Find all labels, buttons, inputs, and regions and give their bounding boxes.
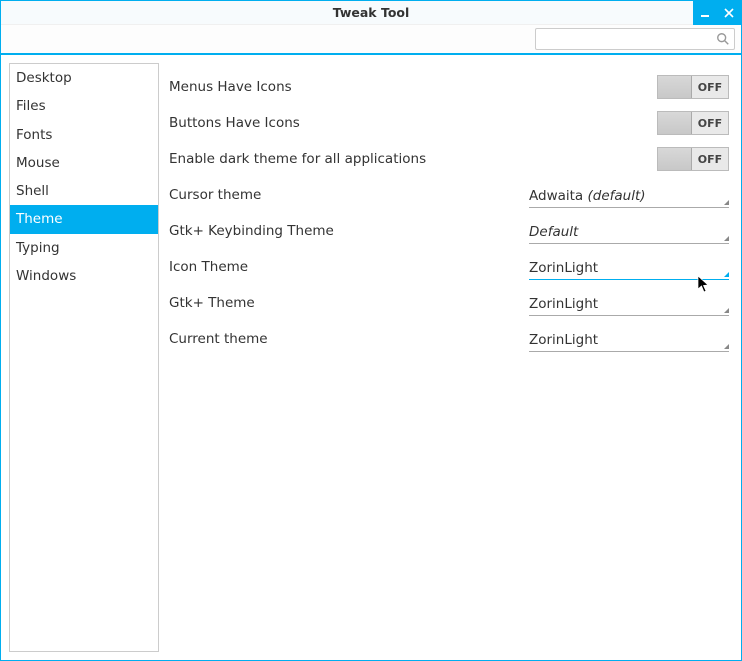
sidebar-item-typing[interactable]: Typing (10, 234, 158, 262)
sidebar-item-windows[interactable]: Windows (10, 262, 158, 290)
combo-box[interactable]: ZorinLight (529, 290, 729, 316)
toggle-knob (658, 76, 692, 98)
chevron-down-icon (724, 236, 729, 241)
setting-row: Buttons Have Icons OFF (169, 105, 729, 141)
setting-row: Gtk+ Keybinding Theme Default (169, 213, 729, 249)
content-area: DesktopFilesFontsMouseShellThemeTypingWi… (1, 55, 741, 660)
setting-row: Icon Theme ZorinLight (169, 249, 729, 285)
setting-label: Menus Have Icons (169, 79, 519, 95)
search-input[interactable] (540, 32, 716, 46)
setting-label: Icon Theme (169, 259, 519, 275)
combo-box[interactable]: Adwaita (default) (529, 182, 729, 208)
window-controls (693, 1, 741, 25)
setting-row: Menus Have Icons OFF (169, 69, 729, 105)
setting-row: Gtk+ Theme ZorinLight (169, 285, 729, 321)
search-field-wrap[interactable] (535, 28, 735, 50)
toggle-knob (658, 148, 692, 170)
search-icon (716, 32, 730, 46)
sidebar-item-files[interactable]: Files (10, 92, 158, 120)
chevron-down-icon (724, 308, 729, 313)
minimize-icon (700, 8, 710, 18)
setting-row: Current theme ZorinLight (169, 321, 729, 357)
combo-value: ZorinLight (529, 260, 598, 276)
sidebar-item-desktop[interactable]: Desktop (10, 64, 158, 92)
setting-label: Current theme (169, 331, 519, 347)
sidebar-item-fonts[interactable]: Fonts (10, 121, 158, 149)
combo-value: Adwaita (default) (529, 188, 646, 204)
toggle-switch[interactable]: OFF (657, 75, 729, 99)
window: Tweak Tool DesktopFilesFontsMouseShellTh… (0, 0, 742, 661)
close-icon (724, 8, 734, 18)
toggle-state-label: OFF (692, 81, 728, 94)
setting-control: OFF (519, 111, 729, 135)
toggle-knob (658, 112, 692, 134)
category-sidebar: DesktopFilesFontsMouseShellThemeTypingWi… (9, 63, 159, 652)
chevron-down-icon (724, 344, 729, 349)
combo-value: Default (529, 224, 578, 240)
setting-control: ZorinLight (519, 290, 729, 316)
setting-row: Enable dark theme for all applications OF… (169, 141, 729, 177)
chevron-down-icon (724, 272, 729, 277)
close-button[interactable] (717, 1, 741, 25)
combo-value: ZorinLight (529, 332, 598, 348)
combo-box[interactable]: ZorinLight (529, 326, 729, 352)
sidebar-item-mouse[interactable]: Mouse (10, 149, 158, 177)
toggle-switch[interactable]: OFF (657, 111, 729, 135)
combo-box[interactable]: ZorinLight (529, 254, 729, 280)
window-title: Tweak Tool (333, 5, 410, 20)
toolbar (1, 25, 741, 55)
combo-value: ZorinLight (529, 296, 598, 312)
setting-control: OFF (519, 147, 729, 171)
minimize-button[interactable] (693, 1, 717, 25)
setting-row: Cursor theme Adwaita (default) (169, 177, 729, 213)
setting-control: ZorinLight (519, 326, 729, 352)
setting-control: Adwaita (default) (519, 182, 729, 208)
combo-box[interactable]: Default (529, 218, 729, 244)
sidebar-item-shell[interactable]: Shell (10, 177, 158, 205)
toggle-state-label: OFF (692, 153, 728, 166)
setting-label: Cursor theme (169, 187, 519, 203)
titlebar: Tweak Tool (1, 1, 741, 25)
toggle-switch[interactable]: OFF (657, 147, 729, 171)
toggle-state-label: OFF (692, 117, 728, 130)
setting-label: Gtk+ Keybinding Theme (169, 223, 519, 239)
sidebar-item-theme[interactable]: Theme (10, 205, 158, 233)
settings-panel: Menus Have Icons OFF Buttons Have Icons OFF… (167, 63, 733, 652)
setting-control: OFF (519, 75, 729, 99)
setting-control: ZorinLight (519, 254, 729, 280)
setting-control: Default (519, 218, 729, 244)
chevron-down-icon (724, 200, 729, 205)
setting-label: Enable dark theme for all applications (169, 151, 519, 167)
setting-label: Buttons Have Icons (169, 115, 519, 131)
setting-label: Gtk+ Theme (169, 295, 519, 311)
